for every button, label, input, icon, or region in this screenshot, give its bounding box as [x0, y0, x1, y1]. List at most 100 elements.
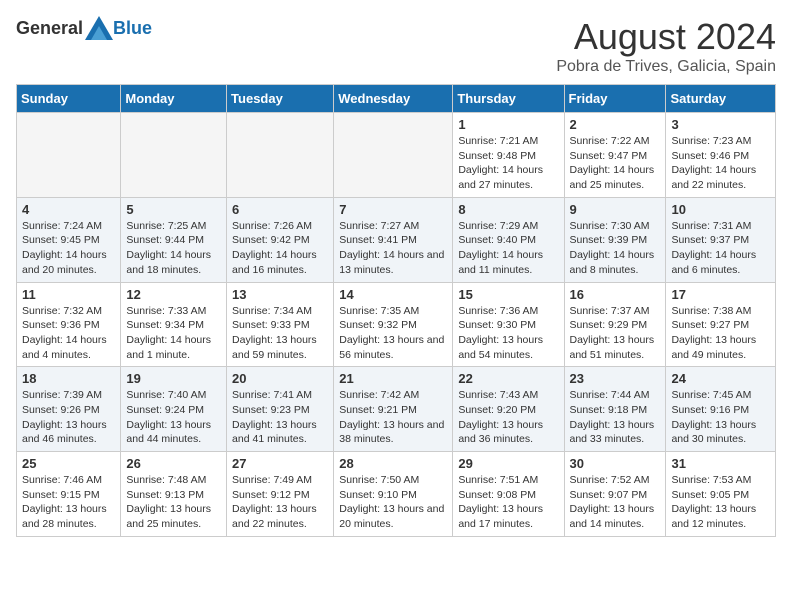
day-cell: [334, 113, 453, 198]
day-info: Sunrise: 7:25 AM Sunset: 9:44 PM Dayligh…: [126, 219, 221, 278]
day-info: Sunrise: 7:23 AM Sunset: 9:46 PM Dayligh…: [671, 134, 770, 193]
header-wednesday: Wednesday: [334, 85, 453, 113]
day-cell: 3 Sunrise: 7:23 AM Sunset: 9:46 PM Daylig…: [666, 113, 776, 198]
day-number: 23: [570, 371, 661, 386]
day-cell: 15Sunrise: 7:36 AM Sunset: 9:30 PM Dayli…: [453, 282, 564, 367]
day-number: 18: [22, 371, 115, 386]
day-info: Sunrise: 7:26 AM Sunset: 9:42 PM Dayligh…: [232, 219, 328, 278]
day-cell: 22Sunrise: 7:43 AM Sunset: 9:20 PM Dayli…: [453, 367, 564, 452]
day-cell: 11 Sunrise: 7:32 AM Sunset: 9:36 PM Dayli…: [17, 282, 121, 367]
logo-general: General: [16, 18, 83, 39]
day-cell: [17, 113, 121, 198]
day-number: 19: [126, 371, 221, 386]
day-cell: 5 Sunrise: 7:25 AM Sunset: 9:44 PM Daylig…: [121, 197, 227, 282]
day-cell: 20 Sunrise: 7:41 AM Sunset: 9:23 PM Dayli…: [227, 367, 334, 452]
day-number: 10: [671, 202, 770, 217]
day-info: Sunrise: 7:50 AM Sunset: 9:10 PM Dayligh…: [339, 473, 447, 532]
day-info: Sunrise: 7:29 AM Sunset: 9:40 PM Dayligh…: [458, 219, 558, 278]
day-number: 7: [339, 202, 447, 217]
day-number: 20: [232, 371, 328, 386]
day-info: Sunrise: 7:52 AM Sunset: 9:07 PM Dayligh…: [570, 473, 661, 532]
day-info: Sunrise: 7:22 AM Sunset: 9:47 PM Dayligh…: [570, 134, 661, 193]
day-info: Sunrise: 7:45 AM Sunset: 9:16 PM Dayligh…: [671, 388, 770, 447]
day-info: Sunrise: 7:31 AM Sunset: 9:37 PM Dayligh…: [671, 219, 770, 278]
day-number: 6: [232, 202, 328, 217]
day-number: 3: [671, 117, 770, 132]
month-year-title: August 2024: [556, 16, 776, 58]
day-info: Sunrise: 7:53 AM Sunset: 9:05 PM Dayligh…: [671, 473, 770, 532]
day-info: Sunrise: 7:48 AM Sunset: 9:13 PM Dayligh…: [126, 473, 221, 532]
logo-blue: Blue: [113, 18, 152, 39]
day-number: 5: [126, 202, 221, 217]
day-cell: 9Sunrise: 7:30 AM Sunset: 9:39 PM Daylig…: [564, 197, 666, 282]
day-info: Sunrise: 7:24 AM Sunset: 9:45 PM Dayligh…: [22, 219, 115, 278]
day-cell: 25 Sunrise: 7:46 AM Sunset: 9:15 PM Dayli…: [17, 452, 121, 537]
day-cell: 26 Sunrise: 7:48 AM Sunset: 9:13 PM Dayli…: [121, 452, 227, 537]
day-cell: 18 Sunrise: 7:39 AM Sunset: 9:26 PM Dayli…: [17, 367, 121, 452]
day-number: 25: [22, 456, 115, 471]
day-cell: 13 Sunrise: 7:34 AM Sunset: 9:33 PM Dayli…: [227, 282, 334, 367]
header-thursday: Thursday: [453, 85, 564, 113]
day-number: 1: [458, 117, 558, 132]
day-info: Sunrise: 7:30 AM Sunset: 9:39 PM Dayligh…: [570, 219, 661, 278]
day-number: 29: [458, 456, 558, 471]
day-number: 16: [570, 287, 661, 302]
header-row: SundayMondayTuesdayWednesdayThursdayFrid…: [17, 85, 776, 113]
day-cell: 24Sunrise: 7:45 AM Sunset: 9:16 PM Dayli…: [666, 367, 776, 452]
logo: General Blue: [16, 16, 152, 40]
day-cell: 8Sunrise: 7:29 AM Sunset: 9:40 PM Daylig…: [453, 197, 564, 282]
day-info: Sunrise: 7:46 AM Sunset: 9:15 PM Dayligh…: [22, 473, 115, 532]
day-number: 22: [458, 371, 558, 386]
day-cell: 29 Sunrise: 7:51 AM Sunset: 9:08 PM Dayli…: [453, 452, 564, 537]
day-cell: 12Sunrise: 7:33 AM Sunset: 9:34 PM Dayli…: [121, 282, 227, 367]
week-row-2: 4Sunrise: 7:24 AM Sunset: 9:45 PM Daylig…: [17, 197, 776, 282]
week-row-1: 1Sunrise: 7:21 AM Sunset: 9:48 PM Daylig…: [17, 113, 776, 198]
day-cell: 7Sunrise: 7:27 AM Sunset: 9:41 PM Daylig…: [334, 197, 453, 282]
day-cell: 4Sunrise: 7:24 AM Sunset: 9:45 PM Daylig…: [17, 197, 121, 282]
day-info: Sunrise: 7:32 AM Sunset: 9:36 PM Dayligh…: [22, 304, 115, 363]
day-number: 12: [126, 287, 221, 302]
location-subtitle: Pobra de Trives, Galicia, Spain: [556, 58, 776, 76]
day-number: 31: [671, 456, 770, 471]
week-row-5: 25 Sunrise: 7:46 AM Sunset: 9:15 PM Dayli…: [17, 452, 776, 537]
day-cell: 16 Sunrise: 7:37 AM Sunset: 9:29 PM Dayli…: [564, 282, 666, 367]
week-row-4: 18 Sunrise: 7:39 AM Sunset: 9:26 PM Dayli…: [17, 367, 776, 452]
day-info: Sunrise: 7:34 AM Sunset: 9:33 PM Dayligh…: [232, 304, 328, 363]
day-number: 17: [671, 287, 770, 302]
day-cell: 30 Sunrise: 7:52 AM Sunset: 9:07 PM Dayli…: [564, 452, 666, 537]
calendar-table: SundayMondayTuesdayWednesdayThursdayFrid…: [16, 84, 776, 537]
header-sunday: Sunday: [17, 85, 121, 113]
day-info: Sunrise: 7:37 AM Sunset: 9:29 PM Dayligh…: [570, 304, 661, 363]
day-cell: 31 Sunrise: 7:53 AM Sunset: 9:05 PM Dayli…: [666, 452, 776, 537]
day-cell: 14Sunrise: 7:35 AM Sunset: 9:32 PM Dayli…: [334, 282, 453, 367]
day-number: 13: [232, 287, 328, 302]
day-number: 28: [339, 456, 447, 471]
day-info: Sunrise: 7:49 AM Sunset: 9:12 PM Dayligh…: [232, 473, 328, 532]
day-cell: 6 Sunrise: 7:26 AM Sunset: 9:42 PM Daylig…: [227, 197, 334, 282]
day-cell: 1Sunrise: 7:21 AM Sunset: 9:48 PM Daylig…: [453, 113, 564, 198]
day-info: Sunrise: 7:38 AM Sunset: 9:27 PM Dayligh…: [671, 304, 770, 363]
day-number: 11: [22, 287, 115, 302]
day-info: Sunrise: 7:42 AM Sunset: 9:21 PM Dayligh…: [339, 388, 447, 447]
day-number: 26: [126, 456, 221, 471]
day-info: Sunrise: 7:35 AM Sunset: 9:32 PM Dayligh…: [339, 304, 447, 363]
header-monday: Monday: [121, 85, 227, 113]
day-cell: 21Sunrise: 7:42 AM Sunset: 9:21 PM Dayli…: [334, 367, 453, 452]
day-info: Sunrise: 7:40 AM Sunset: 9:24 PM Dayligh…: [126, 388, 221, 447]
day-info: Sunrise: 7:39 AM Sunset: 9:26 PM Dayligh…: [22, 388, 115, 447]
day-cell: 28 Sunrise: 7:50 AM Sunset: 9:10 PM Dayli…: [334, 452, 453, 537]
day-cell: [121, 113, 227, 198]
day-info: Sunrise: 7:36 AM Sunset: 9:30 PM Dayligh…: [458, 304, 558, 363]
day-info: Sunrise: 7:51 AM Sunset: 9:08 PM Dayligh…: [458, 473, 558, 532]
day-info: Sunrise: 7:41 AM Sunset: 9:23 PM Dayligh…: [232, 388, 328, 447]
day-number: 30: [570, 456, 661, 471]
day-cell: [227, 113, 334, 198]
header-tuesday: Tuesday: [227, 85, 334, 113]
day-cell: 19 Sunrise: 7:40 AM Sunset: 9:24 PM Dayli…: [121, 367, 227, 452]
title-section: August 2024 Pobra de Trives, Galicia, Sp…: [556, 16, 776, 76]
day-cell: 17 Sunrise: 7:38 AM Sunset: 9:27 PM Dayli…: [666, 282, 776, 367]
day-info: Sunrise: 7:44 AM Sunset: 9:18 PM Dayligh…: [570, 388, 661, 447]
day-cell: 2 Sunrise: 7:22 AM Sunset: 9:47 PM Daylig…: [564, 113, 666, 198]
day-number: 2: [570, 117, 661, 132]
day-cell: 10 Sunrise: 7:31 AM Sunset: 9:37 PM Dayli…: [666, 197, 776, 282]
